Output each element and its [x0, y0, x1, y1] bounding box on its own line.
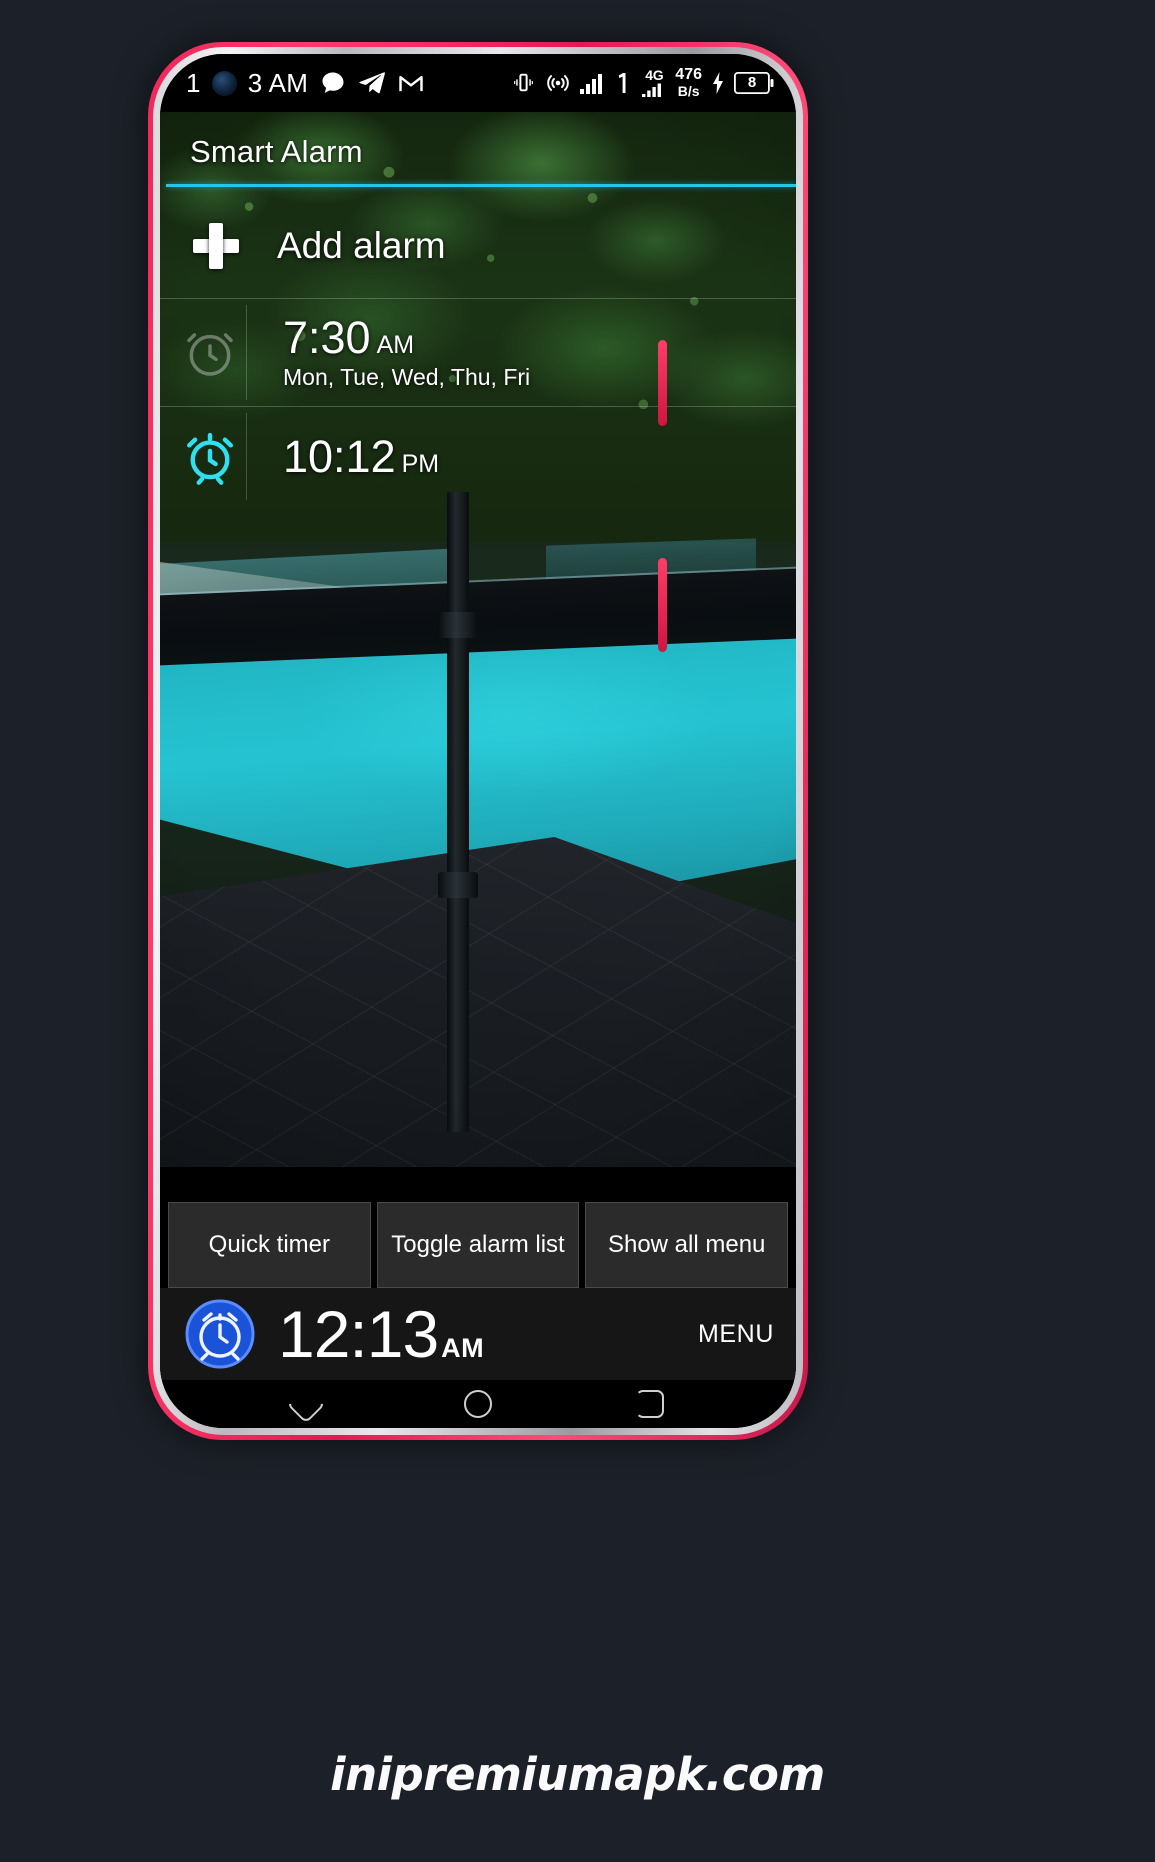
alarm-clock-icon[interactable] — [174, 429, 246, 485]
alarm-time-value: 10:12 — [283, 430, 396, 482]
current-time-meridiem: AM — [441, 1333, 485, 1363]
volume-button[interactable] — [658, 340, 667, 426]
signal-bars-icon — [580, 72, 606, 94]
recents-icon[interactable] — [286, 1384, 326, 1424]
alarm-time: 7:30 AM — [283, 312, 414, 363]
alarm-clock-icon[interactable] — [174, 325, 246, 381]
phone-screen: 1 3 AM 4G 476 B/s 8 Smart Alarm Add alar… — [160, 54, 796, 1428]
show-all-menu-button[interactable]: Show all menu — [585, 1202, 789, 1288]
bottom-clock-bar: 12:13 AM MENU — [160, 1288, 796, 1380]
sim-one-icon — [615, 71, 633, 95]
menu-button[interactable]: MENU — [698, 1320, 774, 1349]
app-overlay: Smart Alarm Add alarm 7:30 AM Mon, Tue, … — [160, 112, 796, 1428]
network-type-label: 4G — [645, 67, 664, 84]
alarm-time: 10:12 PM — [283, 431, 439, 482]
status-clock: 3 AM — [247, 67, 309, 98]
status-bar-right: 4G 476 B/s 8 — [511, 66, 774, 100]
charging-bolt-icon — [711, 71, 725, 95]
status-bar: 1 3 AM 4G 476 B/s 8 — [160, 54, 796, 112]
hotspot-icon — [545, 70, 571, 96]
data-speed-unit: B/s — [677, 83, 700, 100]
alarm-details: 7:30 AM Mon, Tue, Wed, Thu, Fri — [247, 314, 796, 390]
alarm-time-value: 7:30 — [283, 312, 371, 364]
gmail-icon — [397, 69, 425, 97]
phone-frame: 1 3 AM 4G 476 B/s 8 Smart Alarm Add alar… — [148, 42, 808, 1440]
alarm-list-item[interactable]: 10:12 PM — [160, 406, 796, 506]
status-bar-left: 1 3 AM — [186, 68, 511, 99]
page-root: 1 3 AM 4G 476 B/s 8 Smart Alarm Add alar… — [0, 0, 1155, 1862]
alarm-meridiem: PM — [401, 449, 440, 478]
power-button[interactable] — [658, 558, 667, 652]
title-underline — [166, 184, 796, 187]
alarm-list-item[interactable]: 7:30 AM Mon, Tue, Wed, Thu, Fri — [160, 298, 796, 406]
toggle-alarm-list-button[interactable]: Toggle alarm list — [376, 1202, 580, 1288]
back-icon[interactable] — [636, 1390, 664, 1418]
battery-icon: 8 — [734, 71, 774, 94]
chat-bubble-icon — [319, 69, 347, 97]
telegram-icon — [358, 69, 386, 97]
vibrate-icon — [511, 70, 536, 95]
android-nav-bar — [160, 1380, 796, 1428]
quick-timer-button[interactable]: Quick timer — [168, 1202, 371, 1288]
status-notification-count: 1 — [186, 67, 201, 98]
page-title: Smart Alarm — [190, 134, 363, 169]
current-time-value: 12:13 — [278, 1297, 439, 1371]
camera-punch-hole-icon — [211, 70, 237, 96]
alarm-days: Mon, Tue, Wed, Thu, Fri — [283, 363, 531, 390]
alarm-details: 10:12 PM — [247, 433, 796, 480]
plus-icon — [193, 223, 239, 269]
data-speed-indicator: 476 B/s — [675, 66, 702, 100]
quick-action-bar: Quick timer Toggle alarm list Show all m… — [168, 1202, 789, 1288]
current-time: 12:13 AM — [278, 1301, 484, 1367]
add-alarm-row[interactable]: Add alarm — [160, 196, 796, 296]
home-icon[interactable] — [464, 1390, 492, 1418]
4g-signal-icon: 4G — [642, 67, 666, 98]
add-alarm-label: Add alarm — [277, 225, 446, 266]
alarm-meridiem: AM — [376, 331, 415, 360]
phone-metal-rim: 1 3 AM 4G 476 B/s 8 Smart Alarm Add alar… — [153, 47, 803, 1435]
data-speed-value: 476 — [675, 66, 702, 84]
blue-alarm-clock-icon[interactable] — [184, 1298, 256, 1370]
smart-alarm-app: Smart Alarm Add alarm 7:30 AM Mon, Tue, … — [160, 112, 796, 1428]
battery-level-label: 8 — [747, 74, 757, 92]
site-watermark: inipremiumapk.com — [330, 1748, 825, 1801]
